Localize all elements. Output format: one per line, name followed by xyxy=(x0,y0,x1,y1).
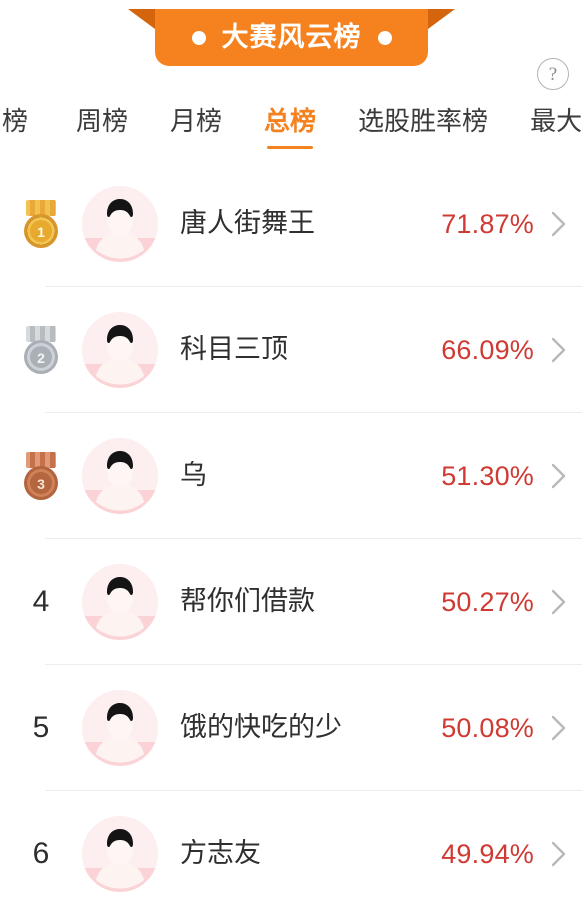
tab-underline xyxy=(79,146,125,149)
gold-medal-icon: 1 xyxy=(24,200,58,248)
tab-underline xyxy=(173,146,219,149)
tab-underline xyxy=(0,146,38,149)
banner-header: 大赛风云榜 xyxy=(0,0,582,72)
chevron-right-icon[interactable] xyxy=(550,209,568,239)
help-icon-glyph: ? xyxy=(548,63,558,85)
rank-indicator: 2 xyxy=(0,324,82,376)
table-row[interactable]: 6 方志友 49.94% xyxy=(0,791,582,902)
rank-number: 5 xyxy=(32,711,50,744)
avatar xyxy=(82,564,158,640)
rank-indicator: 6 xyxy=(0,839,82,869)
rank-number: 4 xyxy=(32,585,50,618)
chevron-right-icon[interactable] xyxy=(550,713,568,743)
avatar xyxy=(82,186,158,262)
tab-ri-bang[interactable]: 榜 xyxy=(0,103,38,149)
ribbon-tail-right-icon xyxy=(428,9,455,29)
tab-label: 榜 xyxy=(1,106,28,136)
table-row[interactable]: 1 唐人街舞王 71.87% xyxy=(0,161,582,287)
win-rate-value: 50.27% xyxy=(441,586,534,617)
tab-zong-bang[interactable]: 总榜 xyxy=(262,103,318,149)
tab-label: 选股胜率榜 xyxy=(358,106,489,136)
win-rate-value: 49.94% xyxy=(441,838,534,869)
win-rate-value: 71.87% xyxy=(441,208,534,239)
user-name: 方志友 xyxy=(180,839,261,869)
tab-underline xyxy=(400,146,446,149)
svg-text:2: 2 xyxy=(37,350,45,366)
bronze-medal-icon: 3 xyxy=(24,452,58,500)
tab-underline-active xyxy=(267,146,314,149)
banner-ribbon: 大赛风云榜 xyxy=(155,9,428,66)
svg-text:3: 3 xyxy=(37,476,45,492)
chevron-right-icon[interactable] xyxy=(550,587,568,617)
user-name: 帮你们借款 xyxy=(180,587,315,617)
rank-number: 6 xyxy=(32,837,50,870)
avatar xyxy=(82,816,158,892)
tab-yue-bang[interactable]: 月榜 xyxy=(168,103,224,149)
tab-zhou-bang[interactable]: 周榜 xyxy=(74,103,130,149)
rank-indicator: 1 xyxy=(0,198,82,250)
tab-xuangu-shenglv-bang[interactable]: 选股胜率榜 xyxy=(356,103,490,149)
leaderboard-screen: 大赛风云榜 ? 榜 周榜 月榜 总榜 选股胜率榜 最大 1 唐人街舞王 71.8… xyxy=(0,0,582,902)
table-row[interactable]: 2 科目三顶 66.09% xyxy=(0,287,582,413)
banner-dot-left-icon xyxy=(191,30,206,45)
win-rate-value: 50.08% xyxy=(441,712,534,743)
ribbon-tail-left-icon xyxy=(128,9,155,29)
silver-medal-icon: 2 xyxy=(24,326,58,374)
table-row[interactable]: 3 乌 51.30% xyxy=(0,413,582,539)
chevron-right-icon[interactable] xyxy=(550,461,568,491)
tab-zuida[interactable]: 最大 xyxy=(528,103,582,149)
table-row[interactable]: 4 帮你们借款 50.27% xyxy=(0,539,582,665)
tab-label: 总榜 xyxy=(264,106,317,136)
chevron-right-icon[interactable] xyxy=(550,335,568,365)
win-rate-value: 51.30% xyxy=(441,460,534,491)
banner-dot-right-icon xyxy=(377,30,392,45)
user-name: 科目三顶 xyxy=(180,335,288,365)
ranking-tab-bar[interactable]: 榜 周榜 月榜 总榜 选股胜率榜 最大 xyxy=(0,103,582,161)
win-rate-value: 66.09% xyxy=(441,334,534,365)
ranking-list: 1 唐人街舞王 71.87% 2 科目三顶 66.09% 3 乌 51.30% … xyxy=(0,161,582,902)
svg-text:1: 1 xyxy=(37,224,45,240)
rank-indicator: 3 xyxy=(0,450,82,502)
tab-label: 周榜 xyxy=(76,106,129,136)
rank-indicator: 4 xyxy=(0,587,82,617)
chevron-right-icon[interactable] xyxy=(550,839,568,869)
avatar xyxy=(82,438,158,514)
tab-underline xyxy=(533,146,579,149)
user-name: 乌 xyxy=(180,461,207,491)
banner-title: 大赛风云榜 xyxy=(221,22,362,52)
avatar xyxy=(82,312,158,388)
user-name: 唐人街舞王 xyxy=(180,209,315,239)
user-name: 饿的快吃的少 xyxy=(180,713,342,743)
tab-label: 最大 xyxy=(530,106,582,136)
tab-label: 月榜 xyxy=(170,106,223,136)
table-row[interactable]: 5 饿的快吃的少 50.08% xyxy=(0,665,582,791)
help-icon[interactable]: ? xyxy=(537,58,569,90)
avatar xyxy=(82,690,158,766)
rank-indicator: 5 xyxy=(0,713,82,743)
